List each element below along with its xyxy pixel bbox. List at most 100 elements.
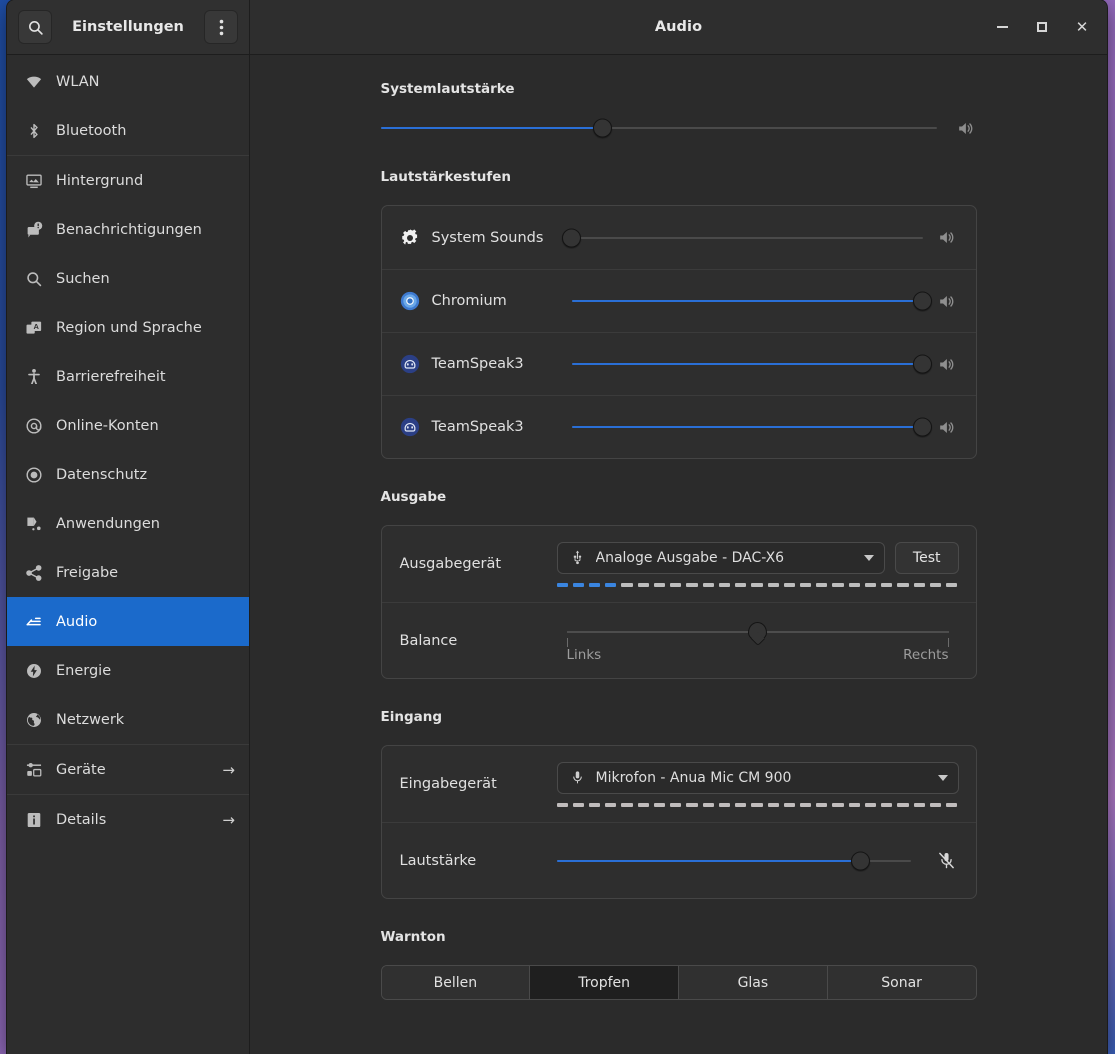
microphone-icon bbox=[570, 770, 585, 785]
slider-thumb[interactable] bbox=[851, 851, 871, 870]
slider-fill bbox=[571, 300, 923, 302]
sidebar-item-energie[interactable]: Energie bbox=[7, 646, 249, 695]
input-level-meter bbox=[556, 802, 959, 807]
minimize-button[interactable] bbox=[987, 12, 1017, 42]
sidebar-item-anwendungen[interactable]: Anwendungen bbox=[7, 499, 249, 548]
meter-segment bbox=[767, 582, 779, 587]
window-controls: ✕ bbox=[987, 0, 1097, 54]
volume-levels-title: Lautstärkestufen bbox=[380, 169, 512, 185]
sidebar-item-audio[interactable]: Audio bbox=[7, 597, 249, 646]
input-card: Eingabegerät Mikrofon - Anua Mic CM 900 … bbox=[380, 745, 977, 899]
slider-fill bbox=[380, 127, 603, 129]
slider-thumb[interactable] bbox=[562, 228, 581, 247]
input-device-dropdown[interactable]: Mikrofon - Anua Mic CM 900 bbox=[556, 761, 959, 794]
sidebar-item-details[interactable]: Details → bbox=[7, 795, 249, 844]
sidebar-item-datenschutz[interactable]: Datenschutz bbox=[7, 450, 249, 499]
sidebar-item-freigabe[interactable]: Freigabe bbox=[7, 548, 249, 597]
sidebar-item-label: Geräte bbox=[56, 761, 106, 778]
sidebar-item-bluetooth[interactable]: Bluetooth bbox=[7, 106, 249, 155]
input-volume-slider[interactable] bbox=[556, 850, 911, 872]
stream-row: System Sounds bbox=[382, 206, 976, 269]
stream-volume-slider[interactable] bbox=[562, 227, 923, 249]
test-button[interactable]: Test bbox=[894, 541, 959, 574]
meter-segment bbox=[946, 802, 958, 807]
search-button[interactable] bbox=[18, 10, 52, 44]
sidebar-item-online-konten[interactable]: Online-Konten bbox=[7, 401, 249, 450]
alert-sound-option-glas[interactable]: Glas bbox=[678, 966, 827, 999]
meter-segment bbox=[832, 802, 844, 807]
stream-volume-slider[interactable] bbox=[571, 416, 932, 438]
teamspeak-icon bbox=[400, 417, 420, 437]
output-device-dropdown[interactable]: Analoge Ausgabe - DAC-X6 bbox=[556, 541, 885, 574]
system-volume-title: Systemlautstärke bbox=[380, 81, 515, 97]
meter-segment bbox=[913, 582, 925, 587]
meter-segment bbox=[783, 802, 796, 807]
main-menu-button[interactable] bbox=[204, 10, 238, 44]
sidebar-item-netzwerk[interactable]: Netzwerk bbox=[7, 695, 249, 744]
meter-segment bbox=[686, 582, 698, 587]
balance-thumb[interactable] bbox=[748, 621, 767, 641]
meter-segment bbox=[702, 802, 714, 807]
sidebar-item-label: Benachrichtigungen bbox=[56, 221, 202, 238]
stream-name: System Sounds bbox=[431, 229, 544, 246]
meter-segment bbox=[605, 582, 617, 587]
volume-high-icon[interactable] bbox=[935, 228, 959, 247]
slider-thumb[interactable] bbox=[913, 354, 932, 374]
slider-thumb[interactable] bbox=[913, 291, 932, 311]
slider-fill bbox=[571, 363, 923, 365]
sidebar-item-wlan[interactable]: WLAN bbox=[7, 57, 249, 106]
output-title: Ausgabe bbox=[380, 489, 447, 505]
meter-segment bbox=[751, 802, 763, 807]
alert-sound-option-tropfen[interactable]: Tropfen bbox=[529, 966, 678, 999]
teamspeak-icon bbox=[400, 354, 420, 374]
network-globe-icon bbox=[25, 711, 43, 729]
close-button[interactable]: ✕ bbox=[1067, 12, 1097, 42]
devices-icon bbox=[25, 761, 43, 779]
wifi-icon bbox=[25, 73, 43, 91]
meter-segment bbox=[881, 802, 893, 807]
volume-high-icon[interactable] bbox=[935, 292, 959, 311]
stream-row: Chromium bbox=[381, 269, 976, 332]
chevron-down-icon bbox=[937, 774, 948, 781]
sidebar-item-barrierefreiheit[interactable]: Barrierefreiheit bbox=[7, 352, 249, 401]
alert-sound-option-bellen[interactable]: Bellen bbox=[381, 966, 530, 999]
meter-segment bbox=[751, 582, 763, 587]
meter-segment bbox=[556, 582, 568, 587]
system-volume-slider[interactable] bbox=[380, 117, 937, 139]
meter-segment bbox=[637, 582, 649, 587]
volume-high-icon[interactable] bbox=[935, 355, 959, 374]
svg-text:A: A bbox=[34, 321, 40, 330]
sidebar-item-label: Online-Konten bbox=[56, 417, 159, 434]
sidebar-item-suchen[interactable]: Suchen bbox=[7, 254, 249, 303]
sidebar-item-ger-te[interactable]: Geräte → bbox=[7, 745, 249, 794]
microphone-muted-icon[interactable] bbox=[935, 851, 959, 870]
meter-segment bbox=[897, 582, 909, 587]
sidebar-item-hintergrund[interactable]: Hintergrund bbox=[7, 156, 249, 205]
output-level-meter bbox=[556, 582, 959, 587]
applications-icon bbox=[25, 515, 43, 533]
meter-segment bbox=[588, 802, 601, 807]
volume-high-icon[interactable] bbox=[935, 418, 959, 437]
meter-segment bbox=[864, 582, 877, 587]
slider-thumb[interactable] bbox=[913, 417, 932, 437]
stream-row: TeamSpeak3 bbox=[381, 395, 976, 458]
gear-icon bbox=[400, 228, 420, 248]
app-title: Einstellungen bbox=[72, 19, 184, 35]
meter-segment bbox=[653, 582, 666, 587]
meter-segment bbox=[929, 802, 942, 807]
meter-segment bbox=[621, 802, 633, 807]
maximize-button[interactable] bbox=[1027, 12, 1057, 42]
balance-slider[interactable]: Links Rechts bbox=[557, 618, 959, 664]
stream-volume-slider[interactable] bbox=[571, 290, 932, 312]
alert-sound-option-sonar[interactable]: Sonar bbox=[826, 966, 976, 999]
slider-thumb[interactable] bbox=[593, 118, 613, 138]
system-volume-speaker-icon[interactable] bbox=[955, 119, 977, 138]
sidebar-item-region-und-sprache[interactable]: A Region und Sprache bbox=[7, 303, 249, 352]
sidebar-item-benachrichtigungen[interactable]: Benachrichtigungen bbox=[7, 205, 249, 254]
meter-segment bbox=[929, 582, 942, 587]
search-icon bbox=[27, 19, 44, 36]
maximize-icon bbox=[1037, 22, 1047, 32]
at-sign-icon bbox=[25, 417, 43, 435]
stream-name: TeamSpeak3 bbox=[431, 356, 524, 372]
stream-volume-slider[interactable] bbox=[571, 353, 932, 375]
